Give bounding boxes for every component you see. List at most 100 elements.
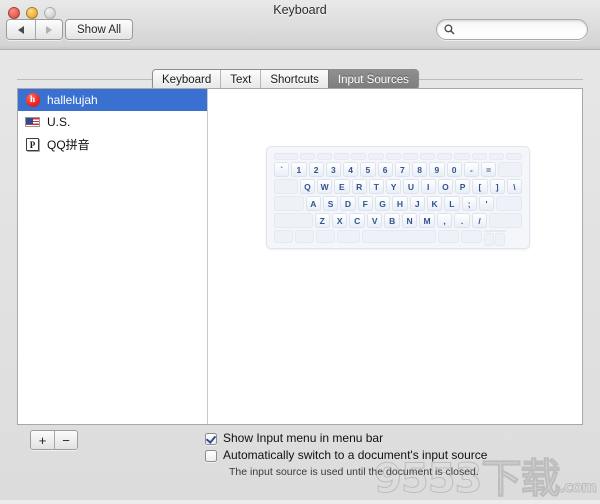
watermark-suffix: .com — [559, 478, 598, 497]
key-shift-right[interactable] — [489, 213, 523, 228]
key-h[interactable]: H — [392, 196, 408, 211]
key-shift-left[interactable] — [274, 213, 313, 228]
list-item-hallelujah[interactable]: h hallelujah — [18, 89, 207, 111]
key-delete[interactable] — [498, 162, 523, 177]
forward-button — [34, 20, 62, 39]
key-caps-lock[interactable] — [274, 196, 304, 211]
tab-input-sources[interactable]: Input Sources — [327, 70, 418, 89]
key-q[interactable]: Q — [299, 179, 316, 194]
tab-shortcuts[interactable]: Shortcuts — [260, 70, 328, 89]
search-icon — [444, 24, 455, 35]
key-7[interactable]: 7 — [394, 162, 410, 177]
add-remove-segmented-control[interactable]: + − — [30, 430, 78, 450]
key-5[interactable]: 5 — [360, 162, 376, 177]
key-quote[interactable]: ' — [478, 196, 495, 211]
search-input[interactable] — [458, 22, 576, 37]
key-option-left[interactable] — [316, 230, 335, 243]
key-arrow-left[interactable] — [484, 233, 494, 246]
search-field[interactable] — [436, 19, 588, 40]
keyboard-row-function — [274, 153, 523, 160]
key-command-left[interactable] — [337, 230, 360, 243]
keyboard-layout-preview: ` 1 2 3 4 5 6 7 8 9 0 - = Q W E R T Y U … — [208, 89, 582, 424]
key-space[interactable] — [362, 230, 436, 243]
key-slash[interactable]: / — [471, 213, 488, 228]
window-titlebar: Keyboard Show All — [0, 0, 600, 50]
key-equals[interactable]: = — [481, 162, 497, 177]
keyboard-row-bottom-letters: Z X C V B N M , . / — [274, 213, 523, 228]
chevron-right-icon — [45, 25, 52, 34]
auto-switch-label: Automatically switch to a document's inp… — [223, 448, 488, 462]
input-source-options: Show Input menu in menu bar Automaticall… — [205, 432, 487, 478]
key-n[interactable]: N — [401, 213, 418, 228]
key-arrow-cluster[interactable] — [484, 230, 506, 246]
key-r[interactable]: R — [351, 179, 367, 194]
keyboard-row-modifiers — [274, 230, 522, 246]
back-button[interactable] — [7, 20, 35, 39]
key-tab[interactable] — [274, 179, 298, 194]
auto-switch-row[interactable]: Automatically switch to a document's inp… — [205, 449, 487, 462]
key-g[interactable]: G — [374, 196, 391, 211]
key-1[interactable]: 1 — [291, 162, 307, 177]
key-arrow-up[interactable] — [484, 230, 506, 232]
key-p[interactable]: P — [455, 179, 471, 194]
add-input-source-button[interactable]: + — [31, 431, 54, 449]
key-d[interactable]: D — [340, 196, 356, 211]
list-item-label: QQ拼音 — [47, 137, 90, 152]
key-v[interactable]: V — [366, 213, 383, 228]
key-u[interactable]: U — [403, 179, 419, 194]
key-semicolon[interactable]: ; — [461, 196, 477, 211]
key-comma[interactable]: , — [436, 213, 453, 228]
key-s[interactable]: S — [322, 196, 339, 211]
key-e[interactable]: E — [334, 179, 350, 194]
input-sources-list[interactable]: h hallelujah U.S. P QQ拼音 — [18, 89, 208, 424]
key-o[interactable]: O — [437, 179, 454, 194]
hallelujah-icon: h — [25, 93, 40, 107]
auto-switch-checkbox[interactable] — [205, 450, 217, 462]
key-0[interactable]: 0 — [446, 162, 462, 177]
key-l[interactable]: L — [444, 196, 460, 211]
key-8[interactable]: 8 — [412, 162, 428, 177]
key-2[interactable]: 2 — [308, 162, 324, 177]
key-c[interactable]: C — [349, 213, 365, 228]
key-z[interactable]: Z — [314, 213, 331, 228]
key-option-right[interactable] — [461, 230, 482, 243]
tab-group[interactable]: Keyboard Text Shortcuts Input Sources — [152, 69, 419, 90]
navigation-segmented-control[interactable] — [6, 19, 63, 40]
key-backslash[interactable]: \ — [506, 179, 523, 194]
key-m[interactable]: M — [419, 213, 435, 228]
show-all-button[interactable]: Show All — [65, 19, 134, 40]
key-y[interactable]: Y — [386, 179, 402, 194]
key-control[interactable] — [295, 230, 314, 243]
show-input-menu-row[interactable]: Show Input menu in menu bar — [205, 432, 487, 445]
list-item-us[interactable]: U.S. — [18, 111, 207, 133]
key-3[interactable]: 3 — [325, 162, 341, 177]
key-k[interactable]: K — [426, 196, 443, 211]
key-b[interactable]: B — [384, 213, 400, 228]
key-a[interactable]: A — [305, 196, 321, 211]
key-x[interactable]: X — [332, 213, 348, 228]
chevron-left-icon — [17, 25, 24, 34]
remove-input-source-button[interactable]: − — [54, 431, 77, 449]
key-9[interactable]: 9 — [429, 162, 445, 177]
keyboard-preferences-window: Keyboard Show All Keyboard Text Shortcut… — [0, 0, 600, 503]
key-period[interactable]: . — [454, 213, 470, 228]
key-bracket-left[interactable]: [ — [472, 179, 488, 194]
show-input-menu-checkbox[interactable] — [205, 433, 217, 445]
key-minus[interactable]: - — [463, 162, 479, 177]
tab-keyboard[interactable]: Keyboard — [153, 70, 221, 89]
key-arrow-right[interactable] — [495, 233, 505, 246]
list-item-qq-pinyin[interactable]: P QQ拼音 — [18, 133, 207, 155]
key-return[interactable] — [496, 196, 523, 211]
key-backtick[interactable]: ` — [274, 162, 290, 177]
key-bracket-right[interactable]: ] — [489, 179, 505, 194]
key-6[interactable]: 6 — [377, 162, 393, 177]
key-j[interactable]: J — [409, 196, 425, 211]
tab-text[interactable]: Text — [220, 70, 261, 89]
key-f[interactable]: F — [357, 196, 373, 211]
key-4[interactable]: 4 — [343, 162, 359, 177]
key-t[interactable]: T — [368, 179, 385, 194]
key-fn[interactable] — [274, 230, 293, 243]
key-i[interactable]: I — [420, 179, 436, 194]
key-w[interactable]: W — [317, 179, 333, 194]
key-command-right[interactable] — [438, 230, 459, 243]
